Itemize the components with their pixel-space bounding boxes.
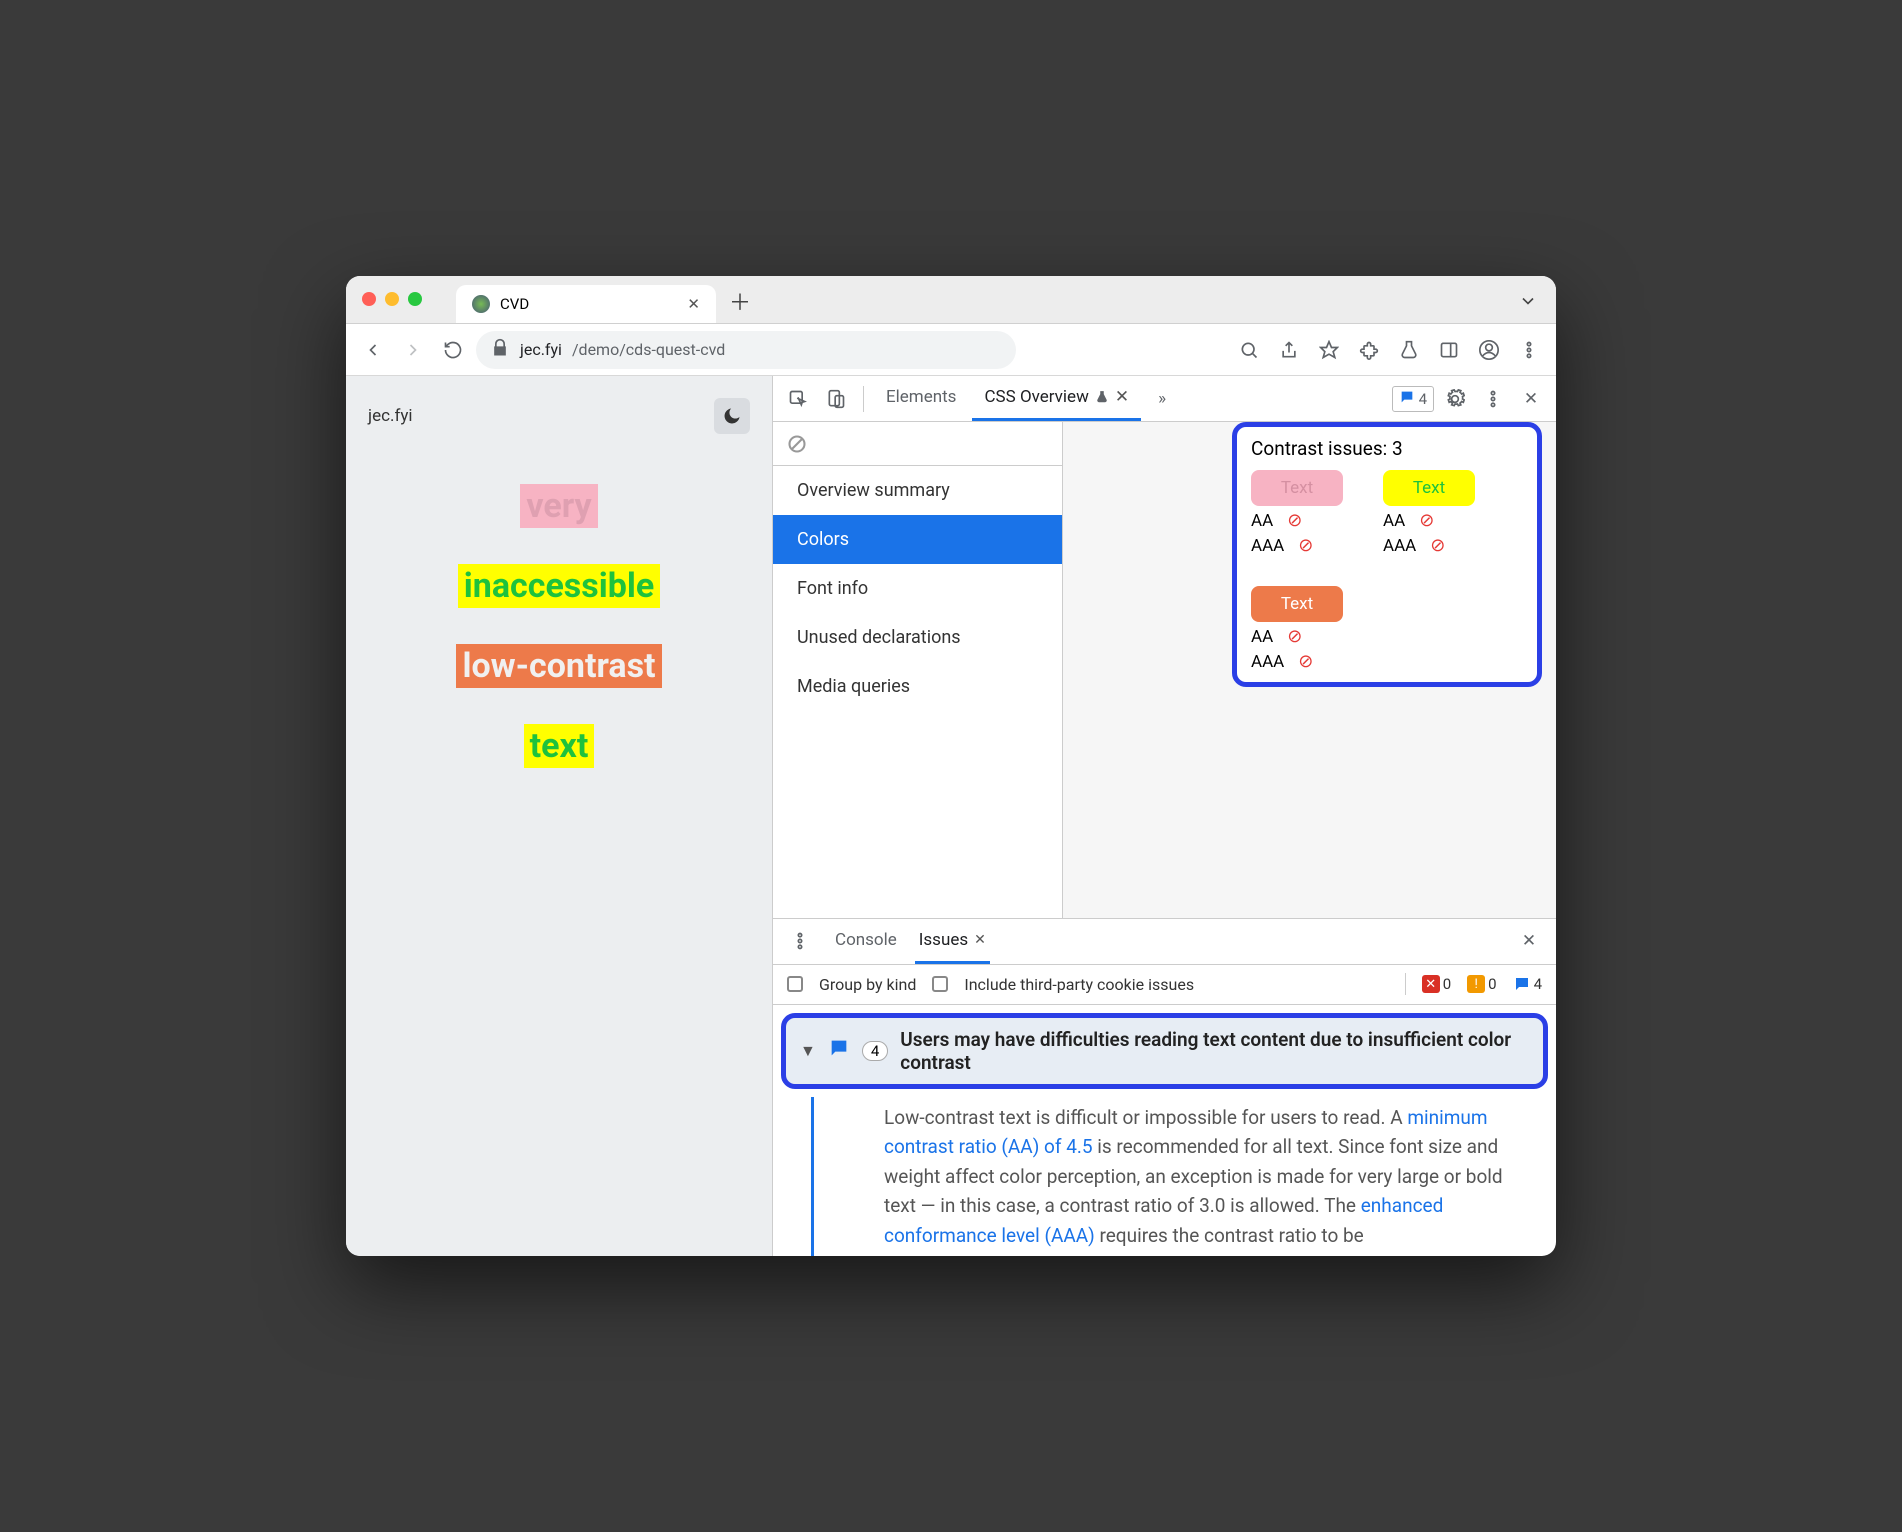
new-tab-button[interactable]: ＋ [724,285,756,317]
issue-header[interactable]: ▼ 4 Users may have difficulties reading … [781,1013,1548,1089]
device-toggle-icon[interactable] [819,382,853,416]
kebab-icon[interactable] [1476,382,1510,416]
contrast-swatch-1[interactable]: Text AA⊘ AAA⊘ [1251,470,1343,556]
issue-count[interactable]: 4 [1513,975,1542,993]
close-devtools-icon[interactable]: ✕ [1514,382,1548,416]
contrast-swatch-3[interactable]: Text AA⊘ AAA⊘ [1251,586,1343,672]
content-area: jec.fyi very inaccessible low-contrast t… [346,376,1556,1256]
devtools-tabs: Elements CSS Overview ✕ » 4 ✕ [773,376,1556,422]
checkbox-group[interactable] [787,976,803,992]
toolbar: jec.fyi/demo/cds-quest-cvd [346,324,1556,376]
tab-title: CVD [500,295,529,313]
back-button[interactable] [356,333,390,367]
sample-text-1: very [520,484,597,528]
sample-text-4: text [524,724,595,768]
webpage-viewport: jec.fyi very inaccessible low-contrast t… [346,376,772,1256]
tabs-overflow-icon[interactable] [1518,291,1538,315]
tab-console[interactable]: Console [831,919,901,964]
clear-overview-icon[interactable] [773,422,1062,466]
error-count[interactable]: ✕0 [1422,975,1451,993]
maximize-window[interactable] [408,292,422,306]
inspect-icon[interactable] [781,382,815,416]
close-panel-icon[interactable]: ✕ [1115,387,1129,407]
warning-count[interactable]: !0 [1467,975,1496,993]
issue-description: Low-contrast text is difficult or imposs… [811,1097,1556,1256]
address-bar[interactable]: jec.fyi/demo/cds-quest-cvd [476,331,1016,369]
css-overview-main: Contrast issues: 3 Text AA⊘ AAA⊘ Text AA… [1063,422,1556,918]
sidepanel-icon[interactable] [1432,333,1466,367]
sidebar-item-font[interactable]: Font info [773,564,1062,613]
more-tabs-icon[interactable]: » [1145,382,1179,416]
forward-button[interactable] [396,333,430,367]
profile-icon[interactable] [1472,333,1506,367]
sample-text-3: low-contrast [456,644,661,688]
issue-title: Users may have difficulties reading text… [900,1028,1529,1074]
share-icon[interactable] [1272,333,1306,367]
close-window[interactable] [362,292,376,306]
devtools-body: Overview summary Colors Font info Unused… [773,422,1556,918]
close-tab-icon[interactable]: ✕ [974,932,986,948]
tab-issues[interactable]: Issues✕ [915,919,990,964]
sidebar-item-media[interactable]: Media queries [773,662,1062,711]
close-drawer-icon[interactable]: ✕ [1512,924,1546,958]
sample-text-2: inaccessible [458,564,660,608]
sidebar-item-unused[interactable]: Unused declarations [773,613,1062,662]
checkbox-thirdparty[interactable] [932,976,948,992]
browser-tab[interactable]: CVD ✕ [456,285,716,323]
url-path: /demo/cds-quest-cvd [572,340,725,359]
minimize-window[interactable] [385,292,399,306]
menu-icon[interactable] [1512,333,1546,367]
settings-icon[interactable] [1438,382,1472,416]
fail-icon: ⊘ [1298,535,1313,556]
bookmark-icon[interactable] [1312,333,1346,367]
labs-icon[interactable] [1392,333,1426,367]
css-overview-sidebar: Overview summary Colors Font info Unused… [773,422,1063,918]
fail-icon: ⊘ [1287,626,1302,647]
devtools-drawer: Console Issues✕ ✕ Group by kind Include … [773,918,1556,1256]
reload-button[interactable] [436,333,470,367]
favicon-icon [472,295,490,313]
tab-elements[interactable]: Elements [874,376,968,421]
sidebar-item-overview[interactable]: Overview summary [773,466,1062,515]
extensions-icon[interactable] [1352,333,1386,367]
theme-toggle[interactable] [714,398,750,434]
sample-text-list: very inaccessible low-contrast text [368,484,750,768]
drawer-tabs: Console Issues✕ ✕ [773,919,1556,965]
zoom-icon[interactable] [1232,333,1266,367]
drawer-options: Group by kind Include third-party cookie… [773,965,1556,1005]
contrast-title: Contrast issues: 3 [1251,437,1523,460]
fail-icon: ⊘ [1287,510,1302,531]
drawer-kebab-icon[interactable] [783,924,817,958]
tab-css-overview[interactable]: CSS Overview ✕ [972,376,1141,421]
fail-icon: ⊘ [1419,510,1434,531]
window-controls [362,292,422,306]
issues-indicator[interactable]: 4 [1392,386,1434,412]
lock-icon [490,338,510,362]
sidebar-item-colors[interactable]: Colors [773,515,1062,564]
fail-icon: ⊘ [1430,535,1445,556]
fail-icon: ⊘ [1298,651,1313,672]
expand-icon[interactable]: ▼ [800,1041,816,1061]
contrast-swatch-2[interactable]: Text AA⊘ AAA⊘ [1383,470,1475,556]
site-title: jec.fyi [368,406,413,426]
titlebar: CVD ✕ ＋ [346,276,1556,324]
browser-window: CVD ✕ ＋ jec.fyi/demo/cds-quest-cvd [346,276,1556,1256]
contrast-issues-box: Contrast issues: 3 Text AA⊘ AAA⊘ Text AA… [1232,422,1542,687]
chat-icon [828,1037,850,1065]
close-tab-icon[interactable]: ✕ [687,295,700,313]
issue-count-badge: 4 [862,1041,888,1061]
chat-icon [1399,389,1415,409]
url-host: jec.fyi [520,340,562,359]
devtools-panel: Elements CSS Overview ✕ » 4 ✕ [772,376,1556,1256]
